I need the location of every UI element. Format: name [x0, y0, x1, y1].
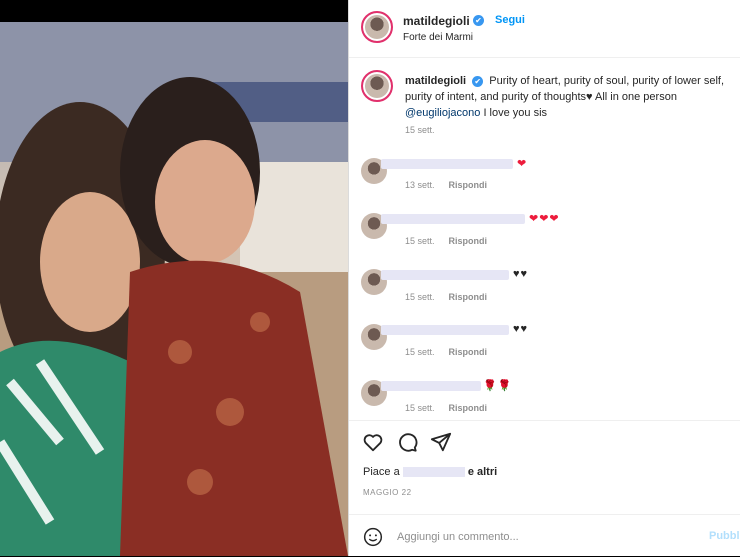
- caption-username[interactable]: matildegioli: [405, 75, 466, 87]
- heart-icon[interactable]: [362, 431, 384, 453]
- comment-time[interactable]: 13 sett.: [405, 180, 435, 190]
- comment-emoji: ❤❤❤: [529, 213, 560, 225]
- comment-time[interactable]: 15 sett.: [405, 403, 435, 413]
- comment-time[interactable]: 15 sett.: [405, 236, 435, 246]
- photo-top-bar: [0, 0, 348, 22]
- comment-bar: Aggiungi un commento... Pubbl: [349, 514, 740, 557]
- comment-meta: 13 sett. Rispondi: [405, 180, 487, 190]
- reply-button[interactable]: Rispondi: [449, 236, 488, 246]
- comment-icon[interactable]: [396, 431, 418, 453]
- emoji-icon[interactable]: [363, 527, 383, 547]
- redacted-comment: [381, 214, 525, 224]
- caption-mid: All in one person: [592, 91, 677, 103]
- post-comment-button[interactable]: Pubbl: [709, 530, 740, 542]
- photo-illustration: [0, 22, 348, 556]
- caption-text: matildegioli ✔ Purity of heart, purity o…: [405, 73, 740, 121]
- redacted-comment: [381, 381, 481, 391]
- redacted-comment: [381, 270, 509, 280]
- comment-input[interactable]: Aggiungi un commento...: [397, 531, 519, 543]
- caption-verified-icon: ✔: [472, 76, 484, 87]
- follow-button[interactable]: Segui: [495, 14, 525, 26]
- caption-time[interactable]: 15 sett.: [405, 125, 435, 135]
- comment-emoji: ♥♥: [513, 268, 529, 280]
- comment-emoji: ❤: [517, 158, 528, 170]
- comment-emoji: 🌹🌹: [483, 380, 513, 392]
- share-icon[interactable]: [430, 431, 452, 453]
- actions-divider: [349, 420, 740, 421]
- post-image: [0, 22, 348, 556]
- caption-mention[interactable]: @eugiliojacono: [405, 107, 480, 119]
- comment-emoji: ♥♥: [513, 323, 529, 335]
- author-avatar[interactable]: [361, 11, 393, 43]
- likes-line: Piace a e altri: [363, 466, 497, 478]
- post-photo[interactable]: [0, 0, 348, 556]
- reply-button[interactable]: Rispondi: [449, 403, 488, 413]
- redacted-comment: [381, 159, 513, 169]
- likes-prefix: Piace a: [363, 466, 400, 478]
- reply-button[interactable]: Rispondi: [449, 180, 488, 190]
- likes-others[interactable]: e altri: [468, 466, 497, 478]
- post-panel: matildegioli ✔ Segui Forte dei Marmi mat…: [348, 0, 740, 556]
- caption-suffix: I love you sis: [480, 107, 548, 119]
- redacted-comment: [381, 325, 509, 335]
- reply-button[interactable]: Rispondi: [449, 292, 488, 302]
- post-date[interactable]: MAGGIO 22: [363, 488, 412, 497]
- comment-meta: 15 sett. Rispondi: [405, 292, 487, 302]
- author-username[interactable]: matildegioli: [403, 14, 470, 28]
- location-link[interactable]: Forte dei Marmi: [403, 32, 473, 43]
- comment-time[interactable]: 15 sett.: [405, 292, 435, 302]
- post-header: matildegioli ✔ Segui Forte dei Marmi: [349, 0, 740, 58]
- comment-meta: 15 sett. Rispondi: [405, 347, 487, 357]
- verified-icon: ✔: [473, 15, 484, 26]
- comment-time[interactable]: 15 sett.: [405, 347, 435, 357]
- reply-button[interactable]: Rispondi: [449, 347, 488, 357]
- redacted-liker: [402, 467, 465, 478]
- comment-meta: 15 sett. Rispondi: [405, 236, 487, 246]
- comment-meta: 15 sett. Rispondi: [405, 403, 487, 413]
- caption-avatar[interactable]: [361, 70, 393, 102]
